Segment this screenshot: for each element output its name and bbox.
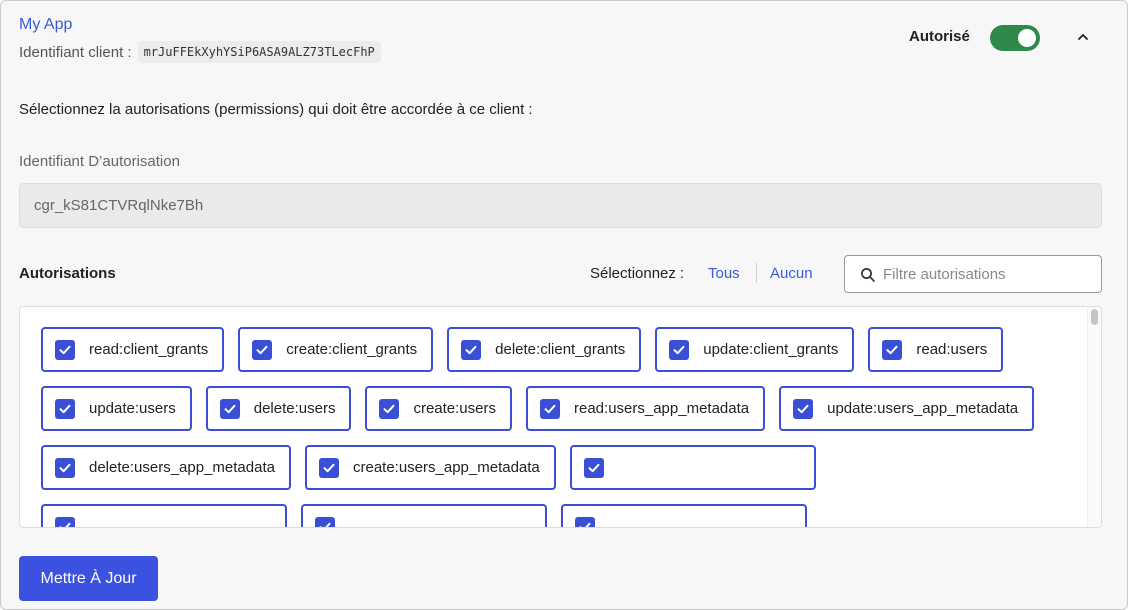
permission-checkbox[interactable]: delete:client_grants — [447, 327, 642, 372]
permission-checkbox[interactable]: create:users — [365, 386, 512, 431]
checkbox-checked-icon — [55, 339, 75, 360]
instruction-text: Sélectionnez la autorisations (permissio… — [19, 101, 533, 118]
permission-checkbox[interactable]: read:users — [868, 327, 1004, 372]
checkbox-checked-icon — [252, 339, 273, 360]
permission-checkbox[interactable] — [561, 504, 807, 527]
permission-label: delete:users — [253, 400, 336, 417]
grant-id-label: Identifiant D’autorisation — [19, 153, 180, 170]
permission-checkbox[interactable]: delete:users_app_metadata — [41, 445, 291, 490]
permission-checkbox[interactable] — [301, 504, 547, 527]
permission-checkbox[interactable] — [41, 504, 287, 527]
checkbox-checked-icon — [461, 339, 482, 360]
permission-label: delete:users_app_metadata — [89, 459, 275, 476]
permissions-title: Autorisations — [19, 265, 116, 282]
select-all-link[interactable]: Tous — [708, 265, 740, 282]
checkbox-checked-icon — [669, 339, 690, 360]
client-grant-panel: My App Identifiant client : mrJuFFEkXyhY… — [0, 0, 1128, 610]
filter-permissions-input[interactable] — [883, 256, 1093, 292]
permission-checkbox[interactable]: delete:users — [205, 386, 352, 431]
client-id-label: Identifiant client : — [19, 43, 132, 61]
permission-label: update:users — [89, 400, 176, 417]
permission-checkbox[interactable]: create:client_grants — [238, 327, 434, 372]
search-icon — [861, 268, 875, 282]
checkbox-checked-icon — [379, 398, 400, 419]
authorized-label: Autorisé — [909, 28, 970, 45]
filter-permissions — [844, 255, 1102, 293]
app-name[interactable]: My App — [19, 16, 72, 34]
permissions-grid: read:client_grants create:client_grants de… — [41, 327, 1071, 527]
permission-checkbox[interactable]: update:client_grants — [655, 327, 855, 372]
checkbox-checked-icon — [793, 398, 814, 419]
checkbox-checked-icon — [540, 398, 560, 419]
permission-checkbox[interactable]: update:users_app_metadata — [779, 386, 1035, 431]
permission-checkbox[interactable]: create:users_app_metadata — [304, 445, 556, 490]
checkbox-checked-icon — [318, 457, 339, 478]
permission-checkbox[interactable] — [569, 445, 816, 490]
permission-checkbox[interactable]: read:client_grants — [41, 327, 225, 372]
select-none-link[interactable]: Aucun — [770, 265, 813, 282]
client-id-value: mrJuFFEkXyhYSiP6ASA9ALZ73TLecFhP — [137, 41, 381, 63]
checkbox-checked-icon — [55, 457, 75, 478]
permission-label: create:client_grants — [286, 341, 418, 358]
chevron-up-icon[interactable] — [1073, 27, 1093, 47]
permission-label: read:users — [916, 341, 988, 358]
permission-checkbox[interactable]: update:users — [41, 386, 192, 431]
checkbox-checked-icon — [219, 398, 240, 419]
permission-label: create:users_app_metadata — [352, 459, 540, 476]
permission-label: read:users_app_metadata — [574, 400, 750, 417]
permission-label: read:client_grants — [89, 341, 209, 358]
permission-label: update:client_grants — [703, 341, 839, 358]
permission-label: delete:client_grants — [495, 341, 626, 358]
select-label: Sélectionnez : — [590, 265, 685, 282]
scrollbar-thumb[interactable] — [1091, 309, 1098, 325]
update-button[interactable]: Mettre À Jour — [19, 556, 158, 601]
select-divider — [756, 263, 757, 283]
checkbox-checked-icon — [583, 457, 604, 478]
permission-label: create:users — [413, 400, 496, 417]
permission-checkbox[interactable]: read:users_app_metadata — [526, 386, 766, 431]
grant-id-field[interactable] — [19, 183, 1102, 228]
permissions-list: read:client_grants create:client_grants de… — [19, 306, 1102, 528]
checkbox-checked-icon — [55, 516, 75, 527]
checkbox-checked-icon — [575, 516, 595, 527]
checkbox-checked-icon — [882, 339, 903, 360]
permission-label: update:users_app_metadata — [827, 400, 1019, 417]
toggle-knob — [1018, 29, 1036, 47]
checkbox-checked-icon — [55, 398, 75, 419]
checkbox-checked-icon — [315, 516, 335, 527]
client-id-row: Identifiant client : mrJuFFEkXyhYSiP6ASA… — [19, 41, 381, 63]
permissions-scrollbar[interactable] — [1087, 307, 1101, 527]
authorized-toggle[interactable] — [990, 25, 1040, 51]
